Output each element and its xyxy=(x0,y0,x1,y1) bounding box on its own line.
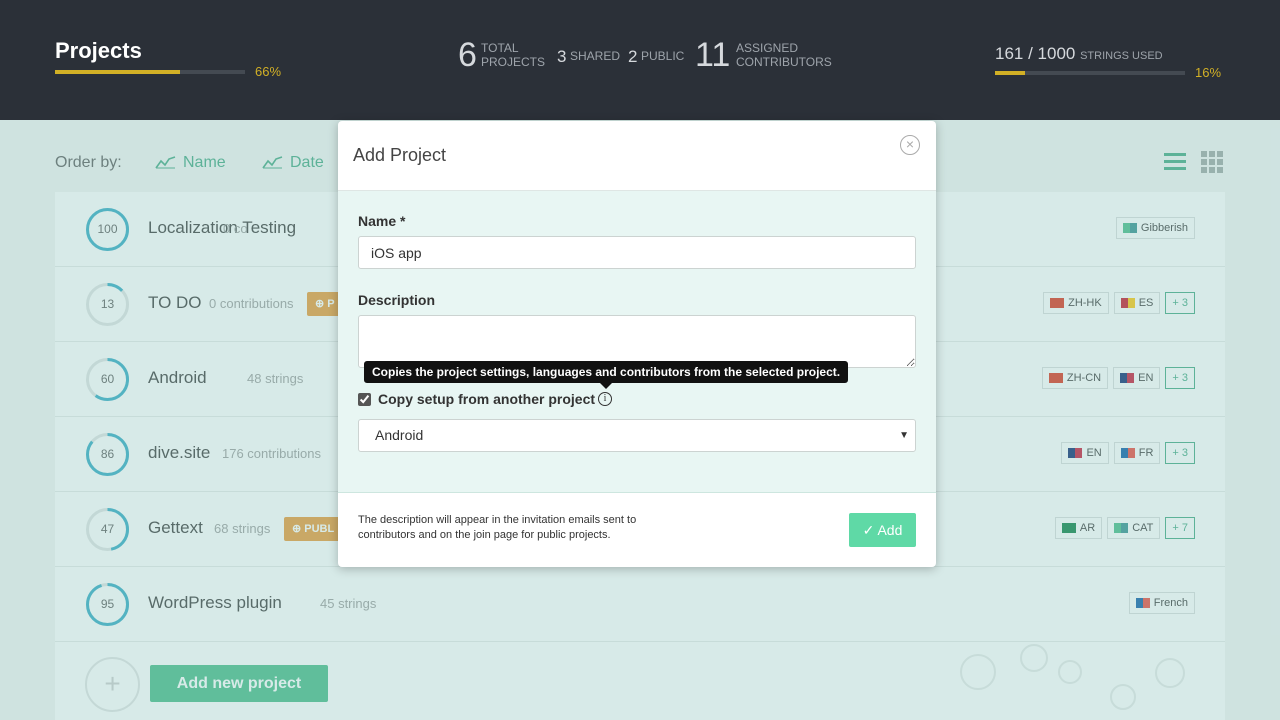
contributors-count: 11 xyxy=(695,36,731,74)
shared-count: 3 xyxy=(557,47,567,66)
translation-progress-label: 66% xyxy=(255,64,282,79)
add-project-modal: Add Project × Name * Description Copies … xyxy=(338,121,936,567)
contributors-label: ASSIGNED CONTRIBUTORS xyxy=(736,41,832,69)
source-project-value: Android xyxy=(375,427,424,443)
public-label: PUBLIC xyxy=(641,49,685,63)
translation-progress-bar xyxy=(55,70,245,74)
copy-setup-tooltip: Copies the project settings, languages a… xyxy=(364,361,849,389)
total-projects-label: TOTAL PROJECTS xyxy=(481,41,546,69)
source-project-select[interactable]: Android ▼ xyxy=(358,419,916,452)
modal-title: Add Project xyxy=(353,145,447,165)
name-input[interactable] xyxy=(358,236,916,269)
modal-body: Name * Description Copies the project se… xyxy=(338,191,936,493)
header: Projects 66% 6 TOTAL PROJECTS 3 SHARED 2… xyxy=(0,0,1280,120)
copy-setup-checkbox[interactable] xyxy=(358,393,371,406)
strings-used-pct: 16% xyxy=(1195,65,1222,80)
info-icon[interactable]: i xyxy=(598,392,612,406)
public-count: 2 xyxy=(628,47,638,66)
translation-progress-fill xyxy=(55,70,181,74)
modal-header: Add Project × xyxy=(338,121,936,191)
strings-used-fill xyxy=(995,71,1026,75)
total-projects-count: 6 xyxy=(458,36,477,74)
shared-label: SHARED xyxy=(570,49,621,63)
copy-setup-label[interactable]: Copy setup from another project xyxy=(378,391,595,407)
close-icon[interactable]: × xyxy=(900,135,920,155)
add-button[interactable]: ✓ Add xyxy=(849,513,916,547)
caret-down-icon: ▼ xyxy=(899,430,909,441)
description-note: The description will appear in the invit… xyxy=(358,514,637,541)
strings-used-bar xyxy=(995,71,1185,75)
page-title: Projects xyxy=(55,38,142,63)
description-label: Description xyxy=(358,292,436,308)
strings-used: 161 / 1000 STRINGS USED xyxy=(995,44,1163,63)
name-label: Name * xyxy=(358,213,406,229)
